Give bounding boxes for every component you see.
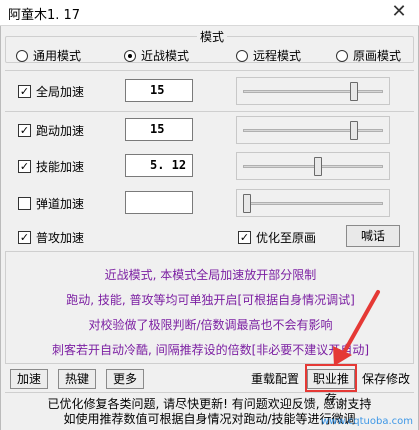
radio-original-mode[interactable]: 原画模式 [336,47,401,64]
radio-icon [16,49,28,62]
slider-thumb[interactable] [243,194,251,213]
run-speed-slider[interactable] [236,116,390,144]
radio-icon [336,49,348,62]
slider-track [243,129,383,132]
close-icon[interactable]: ✕ [379,0,419,26]
row-run-speed: 跑动加速 15 [0,114,419,146]
reload-config-button[interactable]: 重载配置 [249,369,301,389]
projectile-speed-input[interactable] [125,191,193,214]
projectile-speed-checkbox[interactable]: 弹道加速 [18,195,84,212]
slider-track [243,165,383,168]
checkbox-label: 弹道加速 [36,197,85,211]
checkbox-icon [18,231,31,244]
checkbox-label: 跑动加速 [36,124,85,138]
projectile-speed-slider[interactable] [236,189,390,217]
title-bar: 阿童木1. 17 ✕ [0,0,419,26]
more-button[interactable]: 更多 [106,369,144,389]
radio-melee-mode[interactable]: 近战模式 [124,47,189,64]
radio-ranged-mode[interactable]: 远程模式 [236,47,301,64]
info-line: 近战模式, 本模式全局加速放开部分限制 [104,268,317,282]
skill-speed-checkbox[interactable]: 技能加速 [18,158,84,175]
divider [5,70,414,71]
slider-thumb[interactable] [350,121,359,140]
skill-speed-input[interactable]: 5. 12 [125,154,193,177]
checkbox-icon [18,124,31,137]
info-panel: 近战模式, 本模式全局加速放开部分限制 跑动, 技能, 普攻等均可单独开启[可根… [5,251,414,364]
checkbox-label: 普攻加速 [36,231,85,245]
save-changes-button[interactable]: 保存修改 [360,369,412,389]
skill-speed-slider[interactable] [236,152,390,180]
accelerate-button[interactable]: 加速 [10,369,48,389]
watermark: www.cqtuoba.com [320,416,413,427]
checkbox-label: 全局加速 [36,85,85,99]
mode-group-label: 模式 [197,28,228,45]
radio-label: 远程模式 [253,49,302,63]
slider-track [243,90,383,93]
row-skill-speed: 技能加速 5. 12 [0,150,419,182]
checkbox-icon [238,231,251,244]
slider-thumb[interactable] [314,157,323,176]
window-title: 阿童木1. 17 [8,8,81,23]
run-speed-checkbox[interactable]: 跑动加速 [18,122,84,139]
recommend-highlight-box [305,364,357,392]
radio-label: 近战模式 [141,49,190,63]
checkbox-icon [18,85,31,98]
slider-track [243,202,383,205]
shout-button[interactable]: 喊话 [346,225,400,247]
radio-label: 通用模式 [33,49,82,63]
checkbox-label: 优化至原画 [256,231,317,245]
checkbox-label: 技能加速 [36,160,85,174]
radio-icon [236,49,248,62]
global-speed-checkbox[interactable]: 全局加速 [18,83,84,100]
info-line: 跑动, 技能, 普攻等均可单独开启[可根据自身情况调试] [66,293,355,307]
checkbox-icon [18,197,31,210]
normal-attack-checkbox[interactable]: 普攻加速 [18,229,84,246]
checkbox-icon [18,160,31,173]
radio-label: 原画模式 [353,49,402,63]
slider-thumb[interactable] [350,82,359,101]
radio-general-mode[interactable]: 通用模式 [16,47,81,64]
hotkey-button[interactable]: 热键 [58,369,96,389]
global-speed-slider[interactable] [236,77,390,105]
divider [5,111,414,112]
info-line: 刺客若开自动冷酷, 间隔推荐设的倍数[非必要不建议开自动] [52,343,369,357]
run-speed-input[interactable]: 15 [125,118,193,141]
optimize-original-checkbox[interactable]: 优化至原画 [238,229,316,246]
divider [5,392,414,393]
global-speed-input[interactable]: 15 [125,79,193,102]
row-projectile-speed: 弹道加速 [0,187,419,219]
row-normal-attack: 普攻加速 优化至原画 喊话 [0,221,419,253]
row-global-speed: 全局加速 15 [0,75,419,107]
radio-selected-icon [124,49,136,62]
info-line: 对校验做了极限判断/倍数调最高也不会有影响 [88,318,333,332]
